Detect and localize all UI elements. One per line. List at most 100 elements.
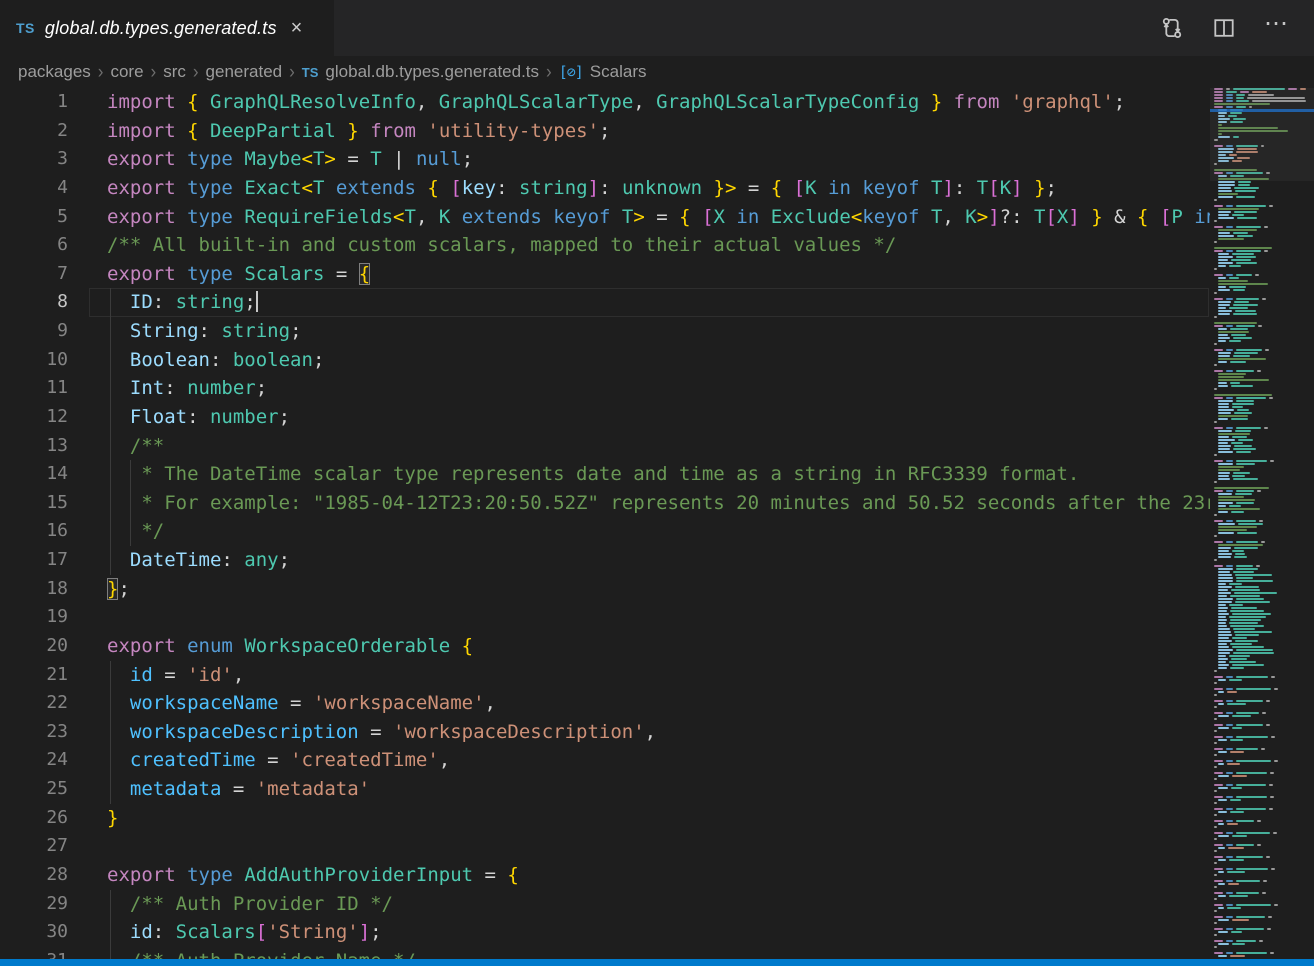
line-number: 14 (0, 460, 68, 489)
code-line[interactable]: 2 import { DeepPartial } from 'utility-ty… (0, 117, 1210, 146)
line-number: 3 (0, 145, 68, 174)
line-number: 19 (0, 603, 68, 632)
minimap-cursor-line (1210, 109, 1314, 112)
minimap-slider[interactable] (1210, 88, 1314, 181)
code-text: metadata = 'metadata' (107, 775, 370, 804)
code-line[interactable]: 19 (0, 603, 1210, 632)
breadcrumb-item-core[interactable]: core (110, 62, 143, 82)
code-text: * The DateTime scalar type represents da… (107, 460, 1079, 489)
line-number: 2 (0, 117, 68, 146)
code-text: String: string; (107, 317, 302, 346)
split-editor-icon[interactable] (1212, 16, 1236, 40)
code-text: /** (107, 432, 164, 461)
code-line[interactable]: 10 Boolean: boolean; (0, 346, 1210, 375)
line-number: 1 (0, 88, 68, 117)
code-text: id: Scalars['String']; (107, 918, 382, 947)
close-icon[interactable]: × (287, 16, 307, 40)
breadcrumb-item-file[interactable]: global.db.types.generated.ts (325, 62, 539, 82)
code-line[interactable]: 15 * For example: "1985-04-12T23:20:50.5… (0, 489, 1210, 518)
code-line[interactable]: 27 (0, 832, 1210, 861)
tab-title: global.db.types.generated.ts (45, 18, 277, 39)
tab-global-db-types-generated-ts[interactable]: TS global.db.types.generated.ts × (0, 0, 334, 56)
line-number: 13 (0, 432, 68, 461)
code-line[interactable]: 30 id: Scalars['String']; (0, 918, 1210, 947)
code-line[interactable]: 6/** All built-in and custom scalars, ma… (0, 231, 1210, 260)
code-text: /** Auth Provider Name */ (107, 947, 416, 959)
chevron-right-icon: › (289, 61, 295, 84)
typescript-file-icon: TS (302, 65, 319, 80)
code-line[interactable]: 1 import { GraphQLResolveInfo, GraphQLSca… (0, 88, 1210, 117)
code-text: export type Maybe<T> = T | null; (107, 145, 473, 174)
line-number: 26 (0, 804, 68, 833)
code-text: export enum WorkspaceOrderable { (107, 632, 473, 661)
line-number: 12 (0, 403, 68, 432)
code-line[interactable]: 20 export enum WorkspaceOrderable { (0, 632, 1210, 661)
code-line[interactable]: 9 String: string; (0, 317, 1210, 346)
code-text: */ (107, 517, 164, 546)
line-number: 25 (0, 775, 68, 804)
code-line[interactable]: 13 /** (0, 432, 1210, 461)
code-line[interactable]: 31 /** Auth Provider Name */ (0, 947, 1210, 959)
code-line[interactable]: 7export type Scalars = { (0, 260, 1210, 289)
code-line[interactable]: 24 createdTime = 'createdTime', (0, 746, 1210, 775)
code-text: Float: number; (107, 403, 290, 432)
code-line[interactable]: 17 DateTime: any; (0, 546, 1210, 575)
line-number: 23 (0, 718, 68, 747)
code-line[interactable]: 12 Float: number; (0, 403, 1210, 432)
code-text: export type AddAuthProviderInput = { (107, 861, 519, 890)
code-line[interactable]: 25 metadata = 'metadata' (0, 775, 1210, 804)
line-number: 10 (0, 346, 68, 375)
symbol-type-icon: [⊘] (559, 63, 583, 81)
line-number: 27 (0, 832, 68, 861)
text-cursor (256, 291, 258, 312)
code-text: workspaceDescription = 'workspaceDescrip… (107, 718, 656, 747)
code-line[interactable]: 28 export type AddAuthProviderInput = { (0, 861, 1210, 890)
code-line[interactable]: 3 export type Maybe<T> = T | null; (0, 145, 1210, 174)
code-line[interactable]: 8 ID: string; (0, 288, 1210, 317)
code-text: export type RequireFields<T, K extends k… (107, 203, 1210, 232)
code-text: import { DeepPartial } from 'utility-typ… (107, 117, 610, 146)
code-line[interactable]: 14 * The DateTime scalar type represents… (0, 460, 1210, 489)
code-text: ID: string; (107, 288, 258, 317)
code-text: Boolean: boolean; (107, 346, 324, 375)
line-number: 20 (0, 632, 68, 661)
code-line[interactable]: 11 Int: number; (0, 374, 1210, 403)
line-number: 11 (0, 374, 68, 403)
code-text: /** Auth Provider ID */ (107, 890, 393, 919)
breadcrumb-item-src[interactable]: src (163, 62, 186, 82)
line-number: 7 (0, 260, 68, 289)
code-editor[interactable]: 1 import { GraphQLResolveInfo, GraphQLSca… (0, 88, 1210, 959)
typescript-file-icon: TS (16, 20, 35, 36)
code-line[interactable]: 26} (0, 804, 1210, 833)
editor-actions: ⋯ (1160, 0, 1314, 56)
code-line[interactable]: 23 workspaceDescription = 'workspaceDesc… (0, 718, 1210, 747)
vscode-window: TS global.db.types.generated.ts × (0, 0, 1314, 966)
minimap[interactable] (1210, 88, 1314, 959)
chevron-right-icon: › (98, 61, 104, 84)
code-text: workspaceName = 'workspaceName', (107, 689, 496, 718)
breadcrumb-item-symbol[interactable]: Scalars (590, 62, 647, 82)
code-text: createdTime = 'createdTime', (107, 746, 450, 775)
line-number: 18 (0, 575, 68, 604)
code-text: }; (107, 575, 130, 604)
line-number: 29 (0, 890, 68, 919)
breadcrumb: packages›core›src›generated›TSglobal.db.… (0, 56, 1314, 88)
line-number: 8 (0, 288, 68, 317)
code-text: import { GraphQLResolveInfo, GraphQLScal… (107, 88, 1125, 117)
code-line[interactable]: 5export type RequireFields<T, K extends … (0, 203, 1210, 232)
code-line[interactable]: 22 workspaceName = 'workspaceName', (0, 689, 1210, 718)
open-changes-icon[interactable] (1160, 16, 1184, 40)
breadcrumb-item-packages[interactable]: packages (18, 62, 91, 82)
code-line[interactable]: 29 /** Auth Provider ID */ (0, 890, 1210, 919)
code-line[interactable]: 18}; (0, 575, 1210, 604)
line-number: 30 (0, 918, 68, 947)
code-line[interactable]: 21 id = 'id', (0, 661, 1210, 690)
code-line[interactable]: 16 */ (0, 517, 1210, 546)
chevron-right-icon: › (546, 61, 552, 84)
code-text: * For example: "1985-04-12T23:20:50.52Z"… (107, 489, 1210, 518)
code-line[interactable]: 4export type Exact<T extends { [key: str… (0, 174, 1210, 203)
breadcrumb-item-generated[interactable]: generated (206, 62, 283, 82)
code-text: export type Exact<T extends { [key: stri… (107, 174, 1057, 203)
line-number: 28 (0, 861, 68, 890)
code-text: DateTime: any; (107, 546, 290, 575)
